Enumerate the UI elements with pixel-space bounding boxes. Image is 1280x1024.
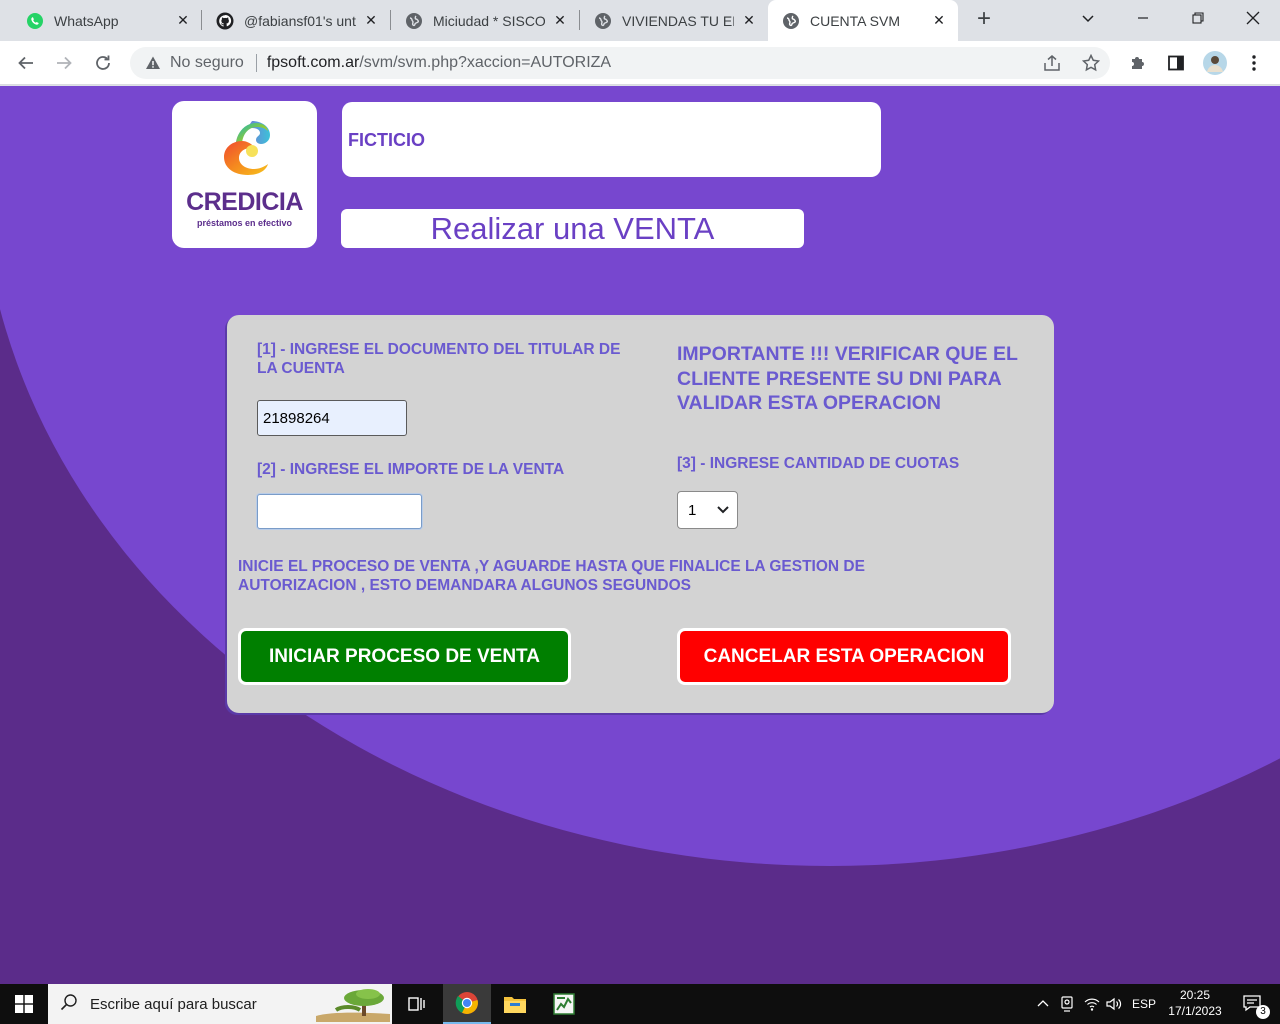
back-arrow-icon[interactable]: [12, 49, 40, 77]
tab-whatsapp[interactable]: WhatsApp ✕: [12, 0, 202, 41]
tab-miciudad[interactable]: Miciudad * SISCO ✕: [391, 0, 579, 41]
amount-label: [2] - INGRESE EL IMPORTE DE LA VENTA: [257, 461, 565, 478]
separator: [255, 54, 257, 72]
taskbar: Escribe aquí para buscar ESP 20:25 17/1/…: [0, 984, 1280, 1024]
url-path: /svm/svm.php?xaccion=AUTORIZA: [359, 54, 612, 71]
new-tab-button[interactable]: +: [972, 7, 996, 32]
search-placeholder: Escribe aquí para buscar: [90, 995, 257, 1013]
chevron-down-icon: [717, 506, 729, 514]
meet-camera-icon[interactable]: [1057, 984, 1077, 1024]
minimize-icon[interactable]: [1120, 0, 1166, 36]
sale-form: [1] - INGRESE EL DOCUMENTO DEL TITULAR D…: [227, 315, 1054, 713]
cancel-operation-button[interactable]: CANCELAR ESTA OPERACION: [677, 628, 1011, 685]
clock-time: 20:25: [1179, 988, 1211, 1002]
page-title-box: Realizar una VENTA: [341, 209, 804, 248]
menu-dots-icon[interactable]: [1244, 53, 1264, 73]
search-highlight-tree-icon: [316, 986, 390, 1024]
tab-title: WhatsApp: [54, 12, 119, 29]
tab-search-chevron-icon[interactable]: [1065, 0, 1111, 36]
restore-icon[interactable]: [1175, 0, 1221, 36]
document-input[interactable]: [257, 400, 407, 436]
tray-chevron-up-icon[interactable]: [1034, 984, 1052, 1024]
profile-avatar[interactable]: [1203, 51, 1227, 75]
amount-input[interactable]: [257, 494, 422, 529]
bookmark-star-icon[interactable]: [1081, 53, 1101, 73]
tab-github[interactable]: @fabiansf01's unt ✕: [202, 0, 390, 41]
account-name: FICTICIO: [348, 130, 425, 150]
page-content: CREDICIA préstamos en efectivo FICTICIO …: [0, 86, 1280, 984]
cuotas-value: 1: [688, 501, 697, 519]
search-icon: [60, 993, 78, 1015]
forward-arrow-icon[interactable]: [50, 49, 78, 77]
extensions-puzzle-icon[interactable]: [1128, 53, 1148, 73]
url-domain: fpsoft.com.ar: [266, 54, 360, 71]
globe-icon: [405, 12, 423, 30]
tab-cuenta-svm[interactable]: CUENTA SVM ✕: [768, 0, 958, 41]
language-indicator[interactable]: ESP: [1130, 984, 1158, 1024]
page-title: Realizar una VENTA: [430, 211, 715, 246]
cuotas-select[interactable]: 1: [677, 491, 738, 529]
credicia-logo-icon: [212, 115, 278, 186]
account-name-box: FICTICIO: [342, 102, 881, 177]
logo-tagline: préstamos en efectivo: [196, 218, 293, 228]
close-icon[interactable]: ✕: [174, 12, 192, 30]
task-manager-app-icon[interactable]: [540, 984, 588, 1024]
notification-center[interactable]: 3: [1232, 984, 1272, 1024]
windows-start-icon[interactable]: [0, 984, 48, 1024]
close-icon[interactable]: ✕: [740, 12, 758, 30]
tab-title: VIVIENDAS TU EL: [622, 12, 734, 29]
github-icon: [216, 12, 234, 30]
taskbar-search[interactable]: Escribe aquí para buscar: [48, 984, 392, 1024]
side-panel-icon[interactable]: [1166, 53, 1186, 73]
address-bar[interactable]: No seguro fpsoft.com.ar/svm/svm.php?xacc…: [130, 47, 1110, 79]
logo-brand: CREDICIA: [186, 188, 303, 216]
process-note: INICIE EL PROCESO DE VENTA ,Y AGUARDE HA…: [238, 558, 865, 594]
file-explorer-icon[interactable]: [491, 984, 539, 1024]
tab-title: @fabiansf01's unt: [244, 12, 356, 29]
wifi-icon[interactable]: [1082, 984, 1102, 1024]
globe-icon: [594, 12, 612, 30]
tab-viviendas[interactable]: VIVIENDAS TU EL ✕: [580, 0, 768, 41]
doc-label: [1] - INGRESE EL DOCUMENTO DEL TITULAR D…: [257, 341, 621, 377]
close-icon[interactable]: ✕: [930, 12, 948, 30]
tab-title: CUENTA SVM: [810, 12, 900, 29]
cuotas-label: [3] - INGRESE CANTIDAD DE CUOTAS: [677, 455, 960, 472]
close-icon[interactable]: ✕: [362, 12, 380, 30]
start-sale-button[interactable]: INICIAR PROCESO DE VENTA: [238, 628, 571, 685]
chrome-icon[interactable]: [443, 984, 491, 1024]
logo: CREDICIA préstamos en efectivo: [172, 101, 317, 248]
globe-icon: [782, 12, 800, 30]
warning-icon[interactable]: [144, 54, 162, 72]
security-label[interactable]: No seguro: [170, 54, 244, 72]
tab-strip: WhatsApp ✕ @fabiansf01's unt ✕ Miciudad …: [0, 0, 1280, 41]
window-close-icon[interactable]: [1230, 0, 1276, 36]
tab-title: Miciudad * SISCO: [433, 12, 545, 29]
whatsapp-icon: [26, 12, 44, 30]
volume-icon[interactable]: [1104, 984, 1124, 1024]
notification-count: 3: [1256, 1005, 1270, 1019]
important-notice: IMPORTANTE !!! VERIFICAR QUE EL CLIENTE …: [677, 343, 1018, 414]
browser-toolbar: No seguro fpsoft.com.ar/svm/svm.php?xacc…: [0, 41, 1280, 85]
share-icon[interactable]: [1042, 53, 1062, 73]
close-icon[interactable]: ✕: [551, 12, 569, 30]
reload-icon[interactable]: [89, 49, 117, 77]
clock-date: 17/1/2023: [1168, 1004, 1222, 1018]
clock[interactable]: 20:25 17/1/2023: [1160, 987, 1230, 1019]
task-view-icon[interactable]: [392, 984, 440, 1024]
